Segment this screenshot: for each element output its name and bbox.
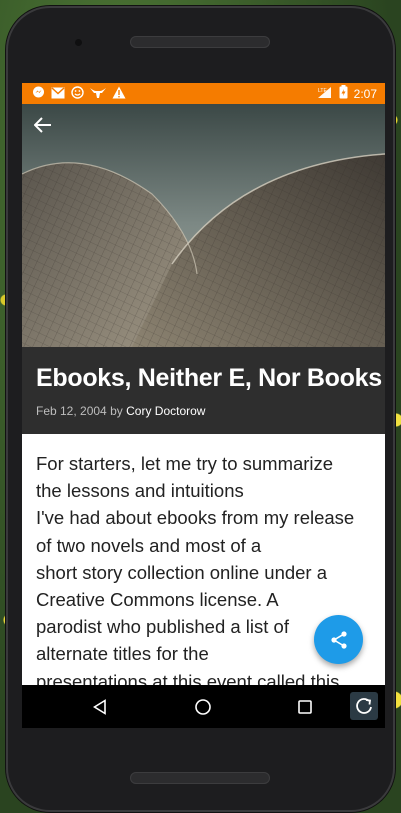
article-date: Feb 12, 2004 (36, 404, 107, 418)
system-status: LTE 2:07 (317, 85, 385, 102)
bottom-speaker (130, 772, 270, 784)
article-title: Ebooks, Neither E, Nor Books (36, 364, 382, 392)
status-time: 2:07 (353, 86, 377, 101)
svg-text:LTE: LTE (318, 88, 327, 94)
battery-icon (339, 85, 348, 102)
warning-icon (112, 86, 126, 101)
signal-icon: LTE (317, 86, 333, 102)
byline-by: by (110, 404, 123, 418)
front-camera (75, 39, 82, 46)
status-bar: LTE 2:07 (22, 83, 385, 104)
navigation-bar (22, 685, 385, 728)
messenger-icon (32, 86, 45, 101)
article-author[interactable]: Cory Doctorow (126, 404, 205, 418)
share-icon (330, 630, 347, 649)
circle-home-icon[interactable] (188, 685, 218, 728)
article-byline: Feb 12, 2004 by Cory Doctorow (36, 404, 205, 418)
triangle-back-icon[interactable] (85, 685, 115, 728)
share-button[interactable] (314, 615, 363, 664)
gmail-icon (51, 86, 65, 101)
notification-icons (22, 86, 126, 101)
square-recents-icon[interactable] (290, 685, 320, 728)
arrow-back-icon[interactable] (34, 117, 58, 141)
earpiece-speaker (130, 36, 270, 48)
screen: LTE 2:07 Ebooks, Neither E, Nor Books Fe… (22, 83, 385, 728)
refresh-icon[interactable] (350, 692, 378, 720)
bull-icon (90, 87, 106, 101)
smiley-icon (71, 86, 84, 101)
article-hero-image (22, 104, 385, 347)
article-header: Ebooks, Neither E, Nor Books Feb 12, 200… (22, 347, 385, 434)
